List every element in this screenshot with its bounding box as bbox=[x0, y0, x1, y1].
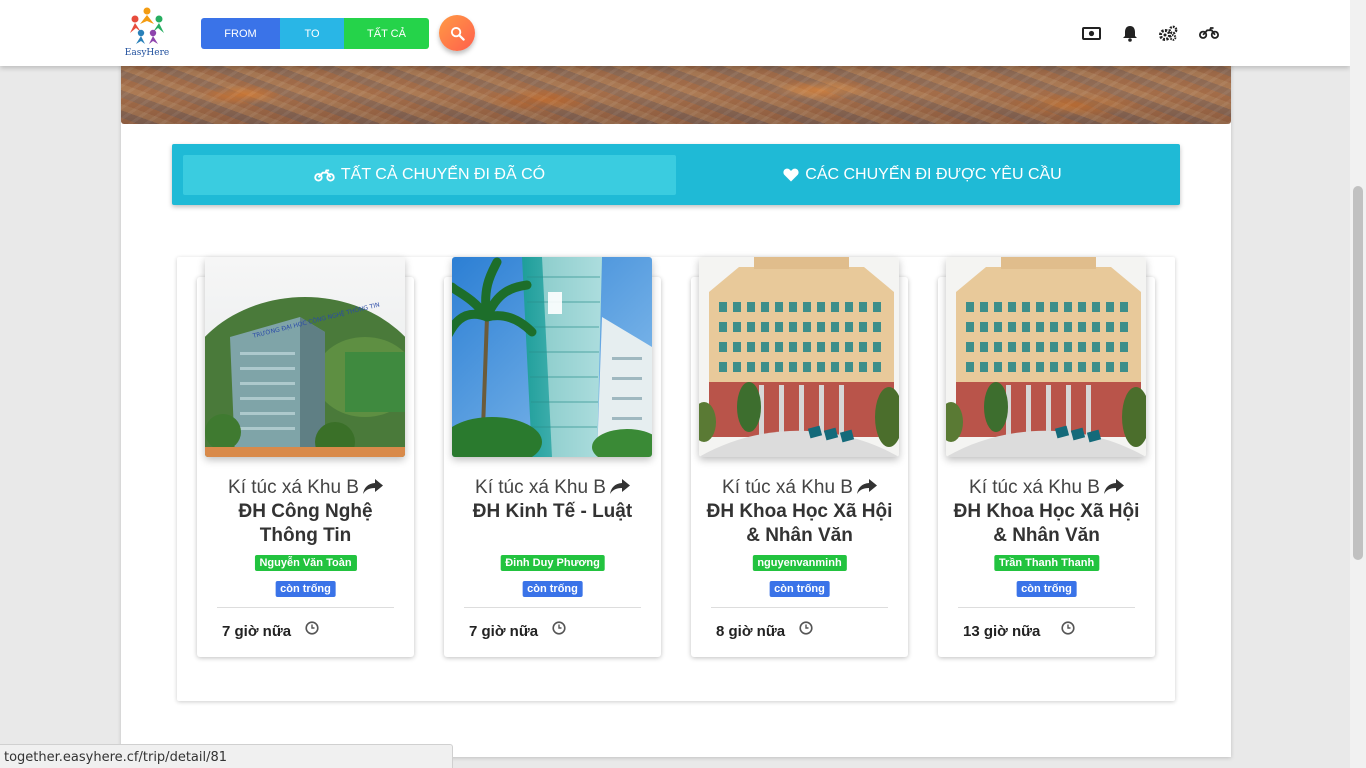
trip-route: Kí túc xá Khu B ĐH Kinh Tế - Luật bbox=[444, 476, 661, 524]
trip-origin: Kí túc xá Khu B bbox=[475, 477, 606, 498]
share-arrow-icon bbox=[856, 479, 877, 494]
tab-label: TẤT CẢ CHUYẾN ĐI ĐÃ CÓ bbox=[340, 166, 546, 183]
clock-icon bbox=[799, 621, 813, 635]
trip-card[interactable]: Kí túc xá Khu B ĐH Khoa Học Xã Hội & Nhâ… bbox=[691, 257, 908, 657]
status-badge: còn trống bbox=[1016, 581, 1077, 597]
tab-requested-trips[interactable]: CÁC CHUYẾN ĐI ĐƯỢC YÊU CẦU bbox=[676, 155, 1169, 195]
university-building-image bbox=[699, 257, 899, 457]
departure-time: 8 giờ nữa bbox=[716, 623, 786, 640]
departure-time: 7 giờ nữa bbox=[469, 623, 539, 640]
driver-badge: nguyenvanminh bbox=[752, 555, 847, 571]
motorcycle-icon[interactable] bbox=[1199, 23, 1219, 43]
status-badge: còn trống bbox=[275, 581, 336, 597]
university-building-image: TRƯỜNG ĐẠI HỌC CÔNG NGHỆ THÔNG TIN bbox=[205, 257, 405, 457]
trip-route: Kí túc xá Khu B ĐH Khoa Học Xã Hội & Nhâ… bbox=[691, 476, 908, 548]
trip-origin: Kí túc xá Khu B bbox=[722, 477, 853, 498]
tab-all-trips[interactable]: TẤT CẢ CHUYẾN ĐI ĐÃ CÓ bbox=[183, 155, 676, 195]
clock-icon bbox=[1061, 621, 1075, 635]
share-arrow-icon bbox=[1103, 479, 1124, 494]
tab-label: CÁC CHUYẾN ĐI ĐƯỢC YÊU CẦU bbox=[805, 166, 1062, 183]
status-badge: còn trống bbox=[769, 581, 830, 597]
brand-name: EasyHere bbox=[124, 48, 170, 58]
money-icon[interactable] bbox=[1081, 23, 1101, 43]
brand-logo[interactable]: EasyHere bbox=[124, 6, 170, 60]
trip-destination: ĐH Khoa Học Xã Hội & Nhân Văn bbox=[706, 501, 893, 546]
bell-icon[interactable] bbox=[1120, 23, 1140, 43]
clock-icon bbox=[552, 621, 566, 635]
driver-badge: Nguyễn Văn Toàn bbox=[254, 555, 357, 571]
trip-destination: ĐH Khoa Học Xã Hội & Nhân Văn bbox=[953, 501, 1140, 546]
search-button[interactable] bbox=[439, 15, 475, 51]
card-divider bbox=[958, 607, 1135, 608]
trip-origin: Kí túc xá Khu B bbox=[228, 477, 359, 498]
card-divider bbox=[217, 607, 394, 608]
departure-time: 7 giờ nữa bbox=[222, 623, 292, 640]
card-divider bbox=[464, 607, 641, 608]
share-arrow-icon bbox=[362, 479, 383, 494]
link-status-url: together.easyhere.cf/trip/detail/81 bbox=[0, 744, 453, 768]
trip-tabs: TẤT CẢ CHUYẾN ĐI ĐÃ CÓ CÁC CHUYẾN ĐI ĐƯỢ… bbox=[172, 144, 1180, 205]
to-button[interactable]: TO bbox=[280, 18, 344, 49]
trip-origin: Kí túc xá Khu B bbox=[969, 477, 1100, 498]
university-building-image bbox=[946, 257, 1146, 457]
search-icon bbox=[450, 26, 465, 41]
departure-time: 13 giờ nữa bbox=[963, 623, 1041, 640]
heart-icon bbox=[783, 168, 799, 182]
logo-people-icon bbox=[130, 7, 164, 44]
share-arrow-icon bbox=[609, 479, 630, 494]
page-scrollbar[interactable] bbox=[1350, 0, 1366, 768]
top-navbar: EasyHere FROM TO TẤT CẢ bbox=[0, 0, 1350, 66]
driver-badge: Đinh Duy Phương bbox=[500, 555, 605, 571]
motorcycle-icon bbox=[314, 168, 335, 182]
trip-route: Kí túc xá Khu B ĐH Khoa Học Xã Hội & Nhâ… bbox=[938, 476, 1155, 548]
trip-card[interactable]: Kí túc xá Khu B ĐH Khoa Học Xã Hội & Nhâ… bbox=[938, 257, 1155, 657]
from-button[interactable]: FROM bbox=[201, 18, 280, 49]
all-button[interactable]: TẤT CẢ bbox=[344, 18, 429, 49]
card-divider bbox=[711, 607, 888, 608]
university-building-image bbox=[452, 257, 652, 457]
driver-badge: Trần Thanh Thanh bbox=[993, 555, 1100, 571]
status-badge: còn trống bbox=[522, 581, 583, 597]
scrollbar-thumb[interactable] bbox=[1353, 186, 1363, 560]
trip-route: Kí túc xá Khu B ĐH Công Nghệ Thông Tin bbox=[197, 476, 414, 548]
trip-destination: ĐH Công Nghệ Thông Tin bbox=[238, 501, 373, 546]
trip-destination: ĐH Kinh Tế - Luật bbox=[472, 501, 633, 522]
trip-card[interactable]: Kí túc xá Khu B ĐH Kinh Tế - Luật Đinh D… bbox=[444, 257, 661, 657]
cogs-icon[interactable] bbox=[1158, 23, 1178, 43]
trip-card[interactable]: TRƯỜNG ĐẠI HỌC CÔNG NGHỆ THÔNG TIN Kí tú… bbox=[197, 257, 414, 657]
clock-icon bbox=[305, 621, 319, 635]
